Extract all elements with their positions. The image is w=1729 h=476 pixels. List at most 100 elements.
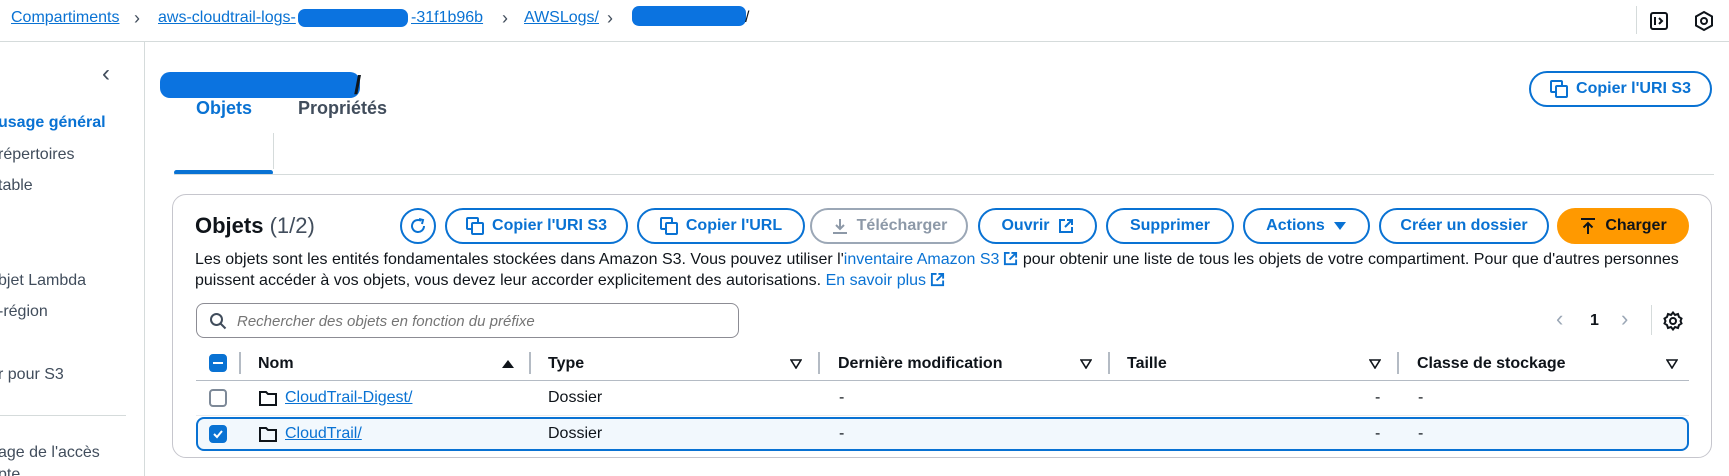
breadcrumb-bucket-prefix[interactable]: aws-cloudtrail-logs- — [158, 9, 296, 27]
column-header-type[interactable]: Type — [548, 355, 584, 373]
indeterminate-mark — [213, 362, 223, 364]
column-divider — [818, 352, 820, 374]
objects-description-line2: puissent accéder à vos objets, vous deve… — [195, 272, 945, 290]
copy-s3-uri-header-button[interactable]: Copier l'URI S3 — [1529, 71, 1712, 107]
download-button[interactable]: Télécharger — [810, 208, 968, 244]
sort-icon[interactable] — [1369, 359, 1381, 369]
row-checkbox-checked[interactable] — [209, 425, 227, 443]
row-checkbox[interactable] — [209, 389, 227, 407]
actions-label: Actions — [1266, 217, 1325, 234]
objects-description-line1: Les objets sont les entités fondamentale… — [195, 251, 1679, 269]
description-text: Les objets sont les entités fondamentale… — [195, 251, 844, 268]
actions-dropdown[interactable]: Actions — [1243, 208, 1370, 244]
object-name-link[interactable]: CloudTrail/ — [285, 425, 362, 443]
object-storage-class: - — [1418, 389, 1424, 406]
learn-more-link[interactable]: En savoir plus — [826, 272, 927, 289]
delete-label: Supprimer — [1129, 217, 1210, 234]
check-icon — [213, 430, 223, 439]
breadcrumb-awslogs[interactable]: AWSLogs/ — [524, 9, 599, 27]
sort-ascending-icon[interactable] — [501, 359, 515, 369]
sort-icon[interactable] — [790, 359, 802, 369]
copy-url-label: Copier l'URL — [685, 217, 783, 234]
chevron-right-icon: › — [502, 8, 508, 28]
column-header-modified[interactable]: Dernière modification — [838, 355, 1002, 373]
folder-icon — [259, 427, 277, 442]
open-label: Ouvrir — [1001, 217, 1050, 234]
copy-s3-uri-label: Copier l'URI S3 — [492, 217, 607, 234]
refresh-icon — [411, 218, 425, 233]
copy-s3-uri-button[interactable]: Copier l'URI S3 — [445, 208, 628, 244]
chevron-right-icon: › — [607, 8, 613, 28]
inventory-link[interactable]: inventaire Amazon S3 — [844, 251, 1000, 268]
sidebar-item-repertoires[interactable]: répertoires — [0, 146, 74, 164]
column-divider — [1397, 352, 1399, 374]
sidebar-item-table[interactable]: table — [0, 177, 33, 195]
column-header-storage-class[interactable]: Classe de stockage — [1417, 355, 1566, 373]
upload-icon — [1581, 218, 1596, 234]
column-divider — [1108, 352, 1110, 374]
upload-button[interactable]: Charger — [1557, 208, 1689, 244]
breadcrumb-current: / — [745, 9, 750, 26]
copy-icon — [659, 217, 678, 235]
upload-label: Charger — [1605, 217, 1667, 234]
sidebar: ‹ usage général répertoires table bjet L… — [0, 42, 145, 476]
next-page-icon[interactable]: › — [1621, 306, 1628, 332]
object-modified: - — [839, 389, 845, 406]
sidebar-item-usage-general[interactable]: usage général — [0, 114, 106, 132]
divider — [0, 415, 126, 416]
object-name-link[interactable]: CloudTrail-Digest/ — [285, 389, 412, 407]
download-icon — [832, 219, 847, 234]
divider — [1636, 6, 1637, 34]
object-type: Dossier — [548, 389, 603, 406]
delete-button[interactable]: Supprimer — [1106, 208, 1234, 244]
search-box[interactable] — [196, 303, 739, 338]
tabs-underline — [174, 174, 1714, 175]
redaction-mark — [160, 72, 360, 98]
table-row-selected[interactable]: CloudTrail/ Dossier - - - — [196, 417, 1689, 451]
page-number[interactable]: 1 — [1590, 312, 1599, 330]
divider — [273, 133, 274, 169]
settings-icon[interactable] — [1693, 10, 1715, 32]
breadcrumb-compartiments[interactable]: Compartiments — [11, 9, 119, 27]
open-button[interactable]: Ouvrir — [978, 208, 1097, 244]
row-divider — [196, 415, 1689, 416]
object-type: Dossier — [548, 425, 603, 442]
breadcrumb-bucket-suffix[interactable]: -31f1b96b — [411, 9, 483, 27]
search-icon — [210, 313, 227, 330]
copy-url-button[interactable]: Copier l'URL — [637, 208, 805, 244]
sort-icon[interactable] — [1666, 359, 1678, 369]
sidebar-item-pte[interactable]: pte — [0, 466, 20, 476]
column-divider — [239, 352, 241, 374]
sidebar-item-lambda[interactable]: bjet Lambda — [0, 272, 86, 290]
top-bar: Compartiments › aws-cloudtrail-logs- -31… — [0, 0, 1729, 42]
external-link-icon — [1058, 219, 1073, 233]
prev-page-icon[interactable]: ‹ — [1556, 306, 1563, 332]
table-row[interactable]: CloudTrail-Digest/ Dossier - - - — [196, 381, 1689, 415]
caret-down-icon — [1333, 222, 1346, 230]
create-folder-button[interactable]: Créer un dossier — [1379, 208, 1549, 244]
copy-s3-uri-header-label: Copier l'URI S3 — [1576, 80, 1691, 97]
tab-objets[interactable]: Objets — [196, 98, 252, 119]
column-header-name[interactable]: Nom — [258, 355, 294, 373]
objects-heading: Objets (1/2) — [195, 213, 315, 239]
sidebar-item-region[interactable]: -région — [0, 303, 48, 321]
collapse-sidebar-icon[interactable]: ‹ — [102, 60, 110, 88]
copy-icon — [466, 217, 485, 235]
sidebar-item-acces[interactable]: age de l'accès — [0, 444, 100, 462]
page-title: / — [354, 70, 362, 100]
copy-icon — [1550, 80, 1569, 98]
sort-icon[interactable] — [1080, 359, 1092, 369]
column-header-size[interactable]: Taille — [1127, 355, 1167, 373]
redaction-mark — [298, 9, 408, 27]
table-settings-icon[interactable] — [1663, 311, 1683, 331]
panel-toggle-icon[interactable] — [1648, 10, 1670, 32]
column-divider — [529, 352, 531, 374]
sidebar-item-s3[interactable]: r pour S3 — [0, 366, 64, 384]
search-input[interactable] — [237, 310, 727, 332]
tab-proprietes[interactable]: Propriétés — [298, 98, 387, 119]
create-folder-label: Créer un dossier — [1400, 217, 1528, 234]
divider — [1651, 305, 1652, 335]
refresh-button[interactable] — [400, 208, 436, 244]
object-storage-class: - — [1418, 425, 1424, 442]
select-all-checkbox[interactable] — [209, 354, 227, 372]
